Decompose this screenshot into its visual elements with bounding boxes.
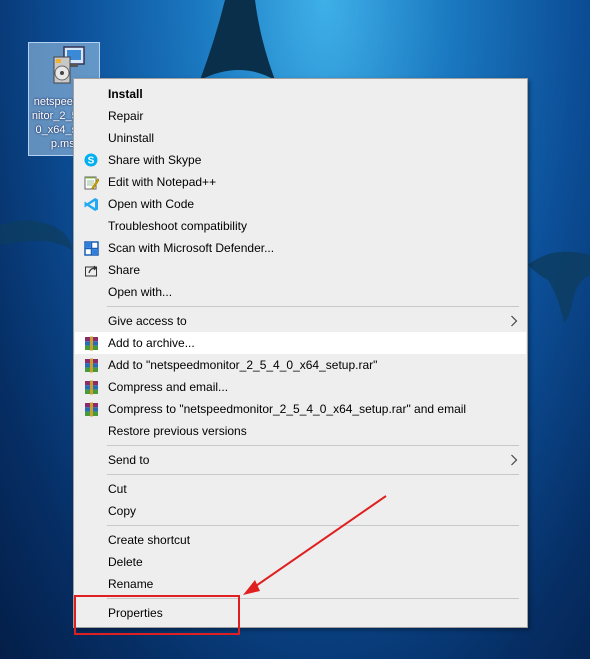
vscode-icon (83, 196, 99, 212)
menu-item-open-with-code[interactable]: Open with Code (75, 193, 526, 215)
menu-item-share-with-skype[interactable]: S Share with Skype (75, 149, 526, 171)
menu-item-repair[interactable]: Repair (75, 105, 526, 127)
menu-item-delete[interactable]: Delete (75, 551, 526, 573)
manta-ray-left (0, 220, 72, 250)
annotation-highlight-box (74, 595, 240, 635)
menu-item-troubleshoot-compatibility[interactable]: Troubleshoot compatibility (75, 215, 526, 237)
menu-item-compress-to-rar-and-email[interactable]: Compress to "netspeedmonitor_2_5_4_0_x64… (75, 398, 526, 420)
menu-item-share[interactable]: Share (75, 259, 526, 281)
menu-item-give-access-to[interactable]: Give access to (75, 310, 526, 332)
menu-item-add-to-archive[interactable]: Add to archive... (75, 332, 526, 354)
menu-item-uninstall[interactable]: Uninstall (75, 127, 526, 149)
menu-item-cut[interactable]: Cut (75, 478, 526, 500)
menu-item-create-shortcut[interactable]: Create shortcut (75, 529, 526, 551)
winrar-icon (83, 379, 99, 395)
menu-item-edit-with-notepad[interactable]: Edit with Notepad++ (75, 171, 526, 193)
notepad-plus-plus-icon (83, 174, 99, 190)
menu-item-rename[interactable]: Rename (75, 573, 526, 595)
chevron-right-icon (511, 454, 518, 466)
menu-item-open-with[interactable]: Open with... (75, 281, 526, 303)
menu-separator (107, 445, 519, 446)
menu-item-compress-and-email[interactable]: Compress and email... (75, 376, 526, 398)
context-menu: Install Repair Uninstall S Share with Sk… (73, 78, 528, 628)
winrar-icon (83, 335, 99, 351)
menu-separator (107, 306, 519, 307)
manta-ray-top (200, 0, 275, 80)
menu-separator (107, 525, 519, 526)
menu-item-restore-previous-versions[interactable]: Restore previous versions (75, 420, 526, 442)
manta-ray-right (528, 251, 590, 323)
winrar-icon (83, 357, 99, 373)
defender-icon (83, 240, 99, 256)
share-icon (83, 262, 99, 278)
menu-separator (107, 474, 519, 475)
skype-icon: S (83, 152, 99, 168)
menu-item-add-to-rar[interactable]: Add to "netspeedmonitor_2_5_4_0_x64_setu… (75, 354, 526, 376)
menu-item-copy[interactable]: Copy (75, 500, 526, 522)
chevron-right-icon (511, 315, 518, 327)
svg-text:S: S (88, 156, 95, 167)
menu-item-send-to[interactable]: Send to (75, 449, 526, 471)
menu-item-install[interactable]: Install (75, 83, 526, 105)
menu-item-scan-with-defender[interactable]: Scan with Microsoft Defender... (75, 237, 526, 259)
winrar-icon (83, 401, 99, 417)
